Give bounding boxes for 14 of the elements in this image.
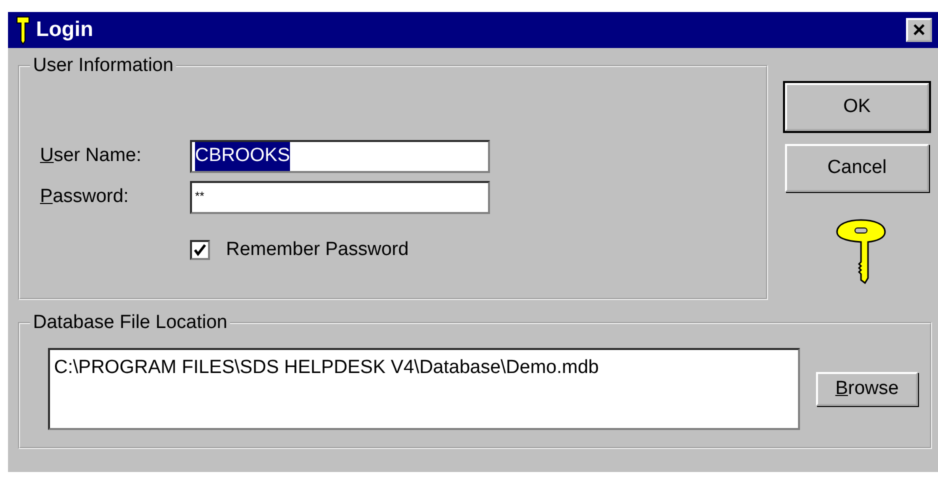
path-field[interactable]: C:\PROGRAM FILES\SDS HELPDESK V4\Database\Demo.mdb [48,348,800,430]
window-title: Login [36,17,94,44]
field-label: User Name: [40,144,142,168]
key-icon [836,218,886,284]
close-button[interactable]: × [906,18,932,42]
dialog-button[interactable]: OK [785,83,929,131]
field-label: Password: [40,185,130,210]
checkbox-label: Remember Password [226,238,409,262]
key-icon [16,15,30,45]
text-field[interactable]: CBROOKS [190,140,490,173]
dialog-button[interactable]: Cancel [785,144,929,192]
password-field[interactable]: ** [190,181,490,214]
checkbox[interactable] [190,240,210,260]
browse-button[interactable]: Browse [816,372,918,406]
